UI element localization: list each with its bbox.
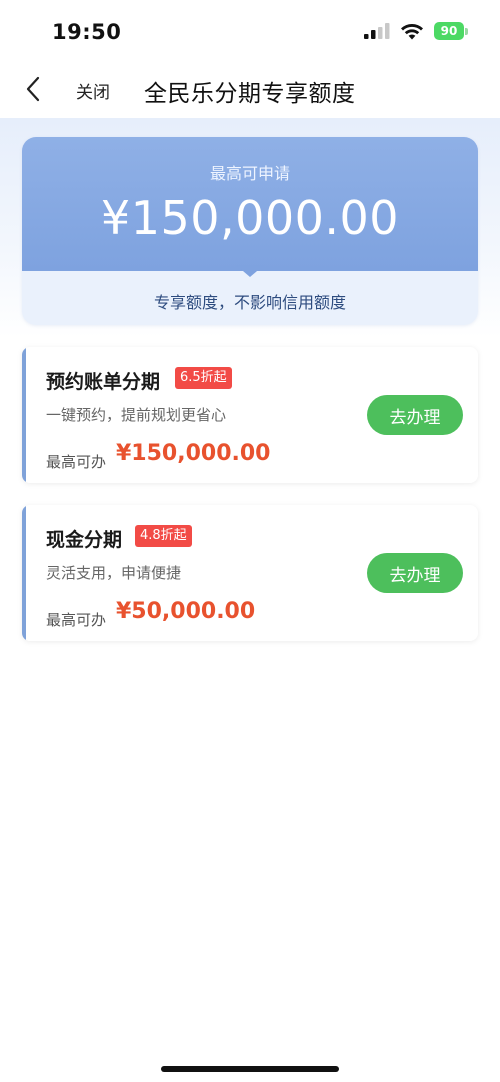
battery-cap [465, 27, 468, 35]
apply-button-bill-installment[interactable]: 去办理 [367, 395, 463, 435]
wifi-icon [401, 23, 423, 39]
product-title: 现金分期 [46, 529, 123, 551]
product-card-cash-installment: 现金分期 4.8折起 灵活支用，申请便捷 最高可办 ¥50,000.00 去办理 [22, 505, 478, 641]
limit-amount: ¥50,000.00 [116, 599, 256, 624]
back-chevron-icon [26, 76, 40, 102]
product-description: 一键预约，提前规划更省心 [46, 406, 227, 424]
card-accent-bar [22, 505, 26, 641]
status-time: 19:50 [52, 20, 122, 44]
nav-header: 关闭 全民乐分期专享额度 [0, 62, 500, 118]
quota-label: 最高可申请 [209, 164, 290, 183]
battery-level: 90 [434, 22, 464, 40]
limit-amount: ¥150,000.00 [116, 441, 271, 466]
quota-card: 最高可申请 ¥150,000.00 专享额度，不影响信用额度 [22, 137, 478, 325]
limit-label: 最高可办 [46, 611, 107, 629]
product-description: 灵活支用，申请便捷 [46, 564, 182, 582]
card-accent-bar [22, 347, 26, 483]
discount-badge: 4.8折起 [135, 525, 192, 547]
cellular-signal-icon [364, 23, 390, 39]
status-bar: 19:50 90 [0, 0, 500, 62]
apply-button-cash-installment[interactable]: 去办理 [367, 553, 463, 593]
page-title: 全民乐分期专享额度 [144, 81, 356, 107]
home-indicator[interactable] [161, 1066, 339, 1072]
quota-card-notch [236, 265, 264, 277]
back-button[interactable] [18, 74, 48, 104]
product-title: 预约账单分期 [46, 371, 161, 393]
discount-badge: 6.5折起 [175, 367, 232, 389]
quota-amount: ¥150,000.00 [100, 191, 400, 245]
limit-label: 最高可办 [46, 453, 107, 471]
status-icons: 90 [364, 22, 468, 40]
battery-icon: 90 [434, 22, 468, 40]
close-link[interactable]: 关闭 [76, 78, 110, 103]
quota-note: 专享额度，不影响信用额度 [153, 293, 346, 312]
product-card-bill-installment: 预约账单分期 6.5折起 一键预约，提前规划更省心 最高可办 ¥150,000.… [22, 347, 478, 483]
